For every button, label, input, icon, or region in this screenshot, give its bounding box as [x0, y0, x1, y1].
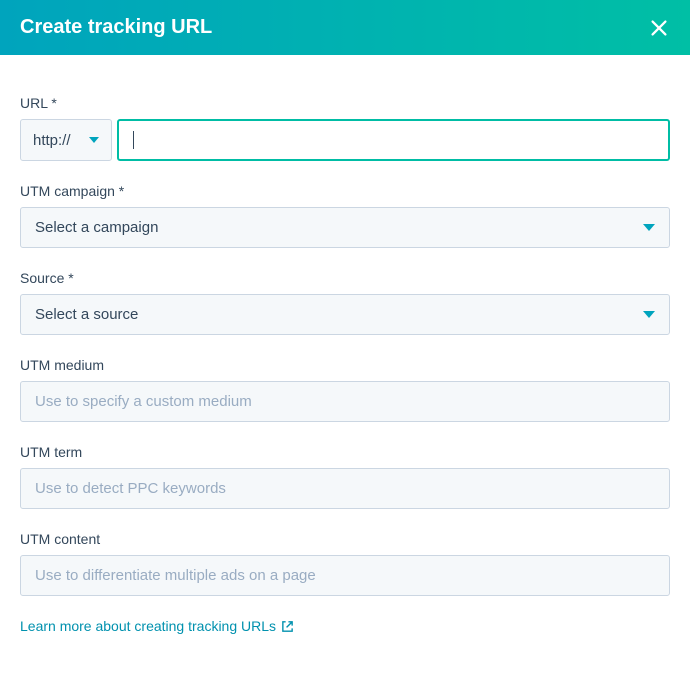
learn-more-text: Learn more about creating tracking URLs [20, 618, 276, 634]
campaign-label: UTM campaign * [20, 183, 670, 199]
form-container: URL * http:// UTM campaign * Select a ca… [0, 55, 690, 656]
external-link-icon [281, 620, 294, 633]
medium-group: UTM medium [20, 357, 670, 422]
url-label: URL * [20, 95, 670, 111]
text-cursor [133, 131, 134, 149]
campaign-group: UTM campaign * Select a campaign [20, 183, 670, 248]
content-group: UTM content [20, 531, 670, 596]
medium-label: UTM medium [20, 357, 670, 373]
url-input[interactable] [117, 119, 670, 161]
learn-more-link[interactable]: Learn more about creating tracking URLs [20, 618, 294, 634]
content-input[interactable] [20, 555, 670, 596]
campaign-select[interactable]: Select a campaign [20, 207, 670, 248]
source-select[interactable]: Select a source [20, 294, 670, 335]
protocol-value: http:// [33, 132, 71, 149]
source-label: Source * [20, 270, 670, 286]
modal-header: Create tracking URL [0, 0, 690, 55]
term-group: UTM term [20, 444, 670, 509]
close-icon[interactable] [648, 17, 670, 39]
medium-input[interactable] [20, 381, 670, 422]
chevron-down-icon [643, 311, 655, 318]
chevron-down-icon [89, 137, 99, 143]
source-placeholder: Select a source [35, 306, 138, 323]
modal-title: Create tracking URL [20, 16, 212, 39]
chevron-down-icon [643, 224, 655, 231]
source-group: Source * Select a source [20, 270, 670, 335]
url-group: URL * http:// [20, 95, 670, 161]
content-label: UTM content [20, 531, 670, 547]
term-label: UTM term [20, 444, 670, 460]
protocol-select[interactable]: http:// [20, 119, 112, 161]
url-row: http:// [20, 119, 670, 161]
campaign-placeholder: Select a campaign [35, 219, 158, 236]
term-input[interactable] [20, 468, 670, 509]
